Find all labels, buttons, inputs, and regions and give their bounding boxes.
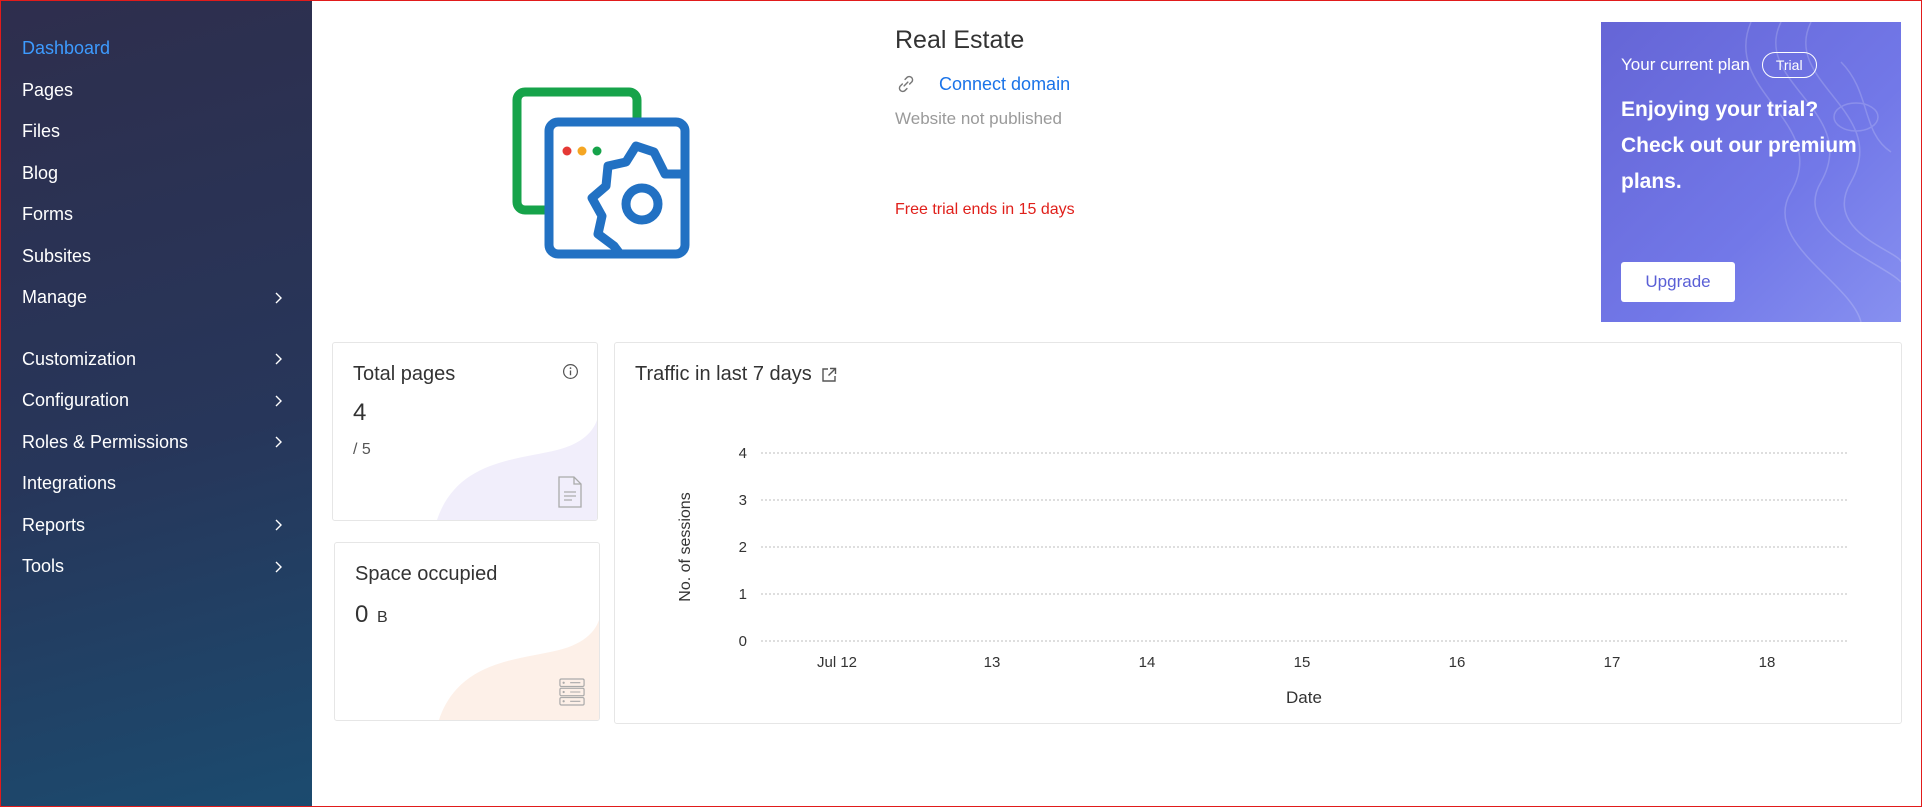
site-title: Real Estate [895,26,1025,54]
sidebar-item-label: Reports [22,514,86,535]
x-axis-label: Date [1286,688,1322,707]
sidebar-item-label: Configuration [22,390,130,411]
x-tick-label: Jul 12 [817,654,857,671]
sidebar-nav: Dashboard Pages Files Blog Forms Subsites Mana… [0,28,312,588]
y-tick-label: 3 [739,492,747,509]
connect-domain-row: Connect domain [895,73,1075,95]
x-tick-label: 18 [1759,654,1776,671]
total-pages-limit: / 5 [353,441,371,458]
sidebar-item-label: Manage [22,287,88,308]
chevron-right-icon [275,395,282,407]
x-tick-label: 16 [1449,654,1466,671]
sidebar-item-label: Forms [22,204,73,225]
external-link-icon[interactable] [820,366,838,384]
website-builder-logo-icon [512,87,690,259]
sidebar-item-label: Dashboard [22,38,111,59]
x-tick-label: 14 [1139,654,1156,671]
total-pages-value: 4 [353,399,367,426]
space-occupied-card: Space occupied 0 B [334,542,600,721]
site-logo [502,82,702,262]
sidebar-item-label: Pages [22,79,74,100]
trial-notice: Free trial ends in 15 days [895,201,1075,218]
sidebar-item-label: Roles & Permissions [22,431,189,452]
plan-header: Your current plan Trial [1621,52,1881,78]
space-occupied-title: Space occupied [355,563,498,585]
chevron-right-icon [275,519,282,531]
traffic-card: 0 1 2 3 4 Jul 12 13 14 15 16 17 18 Date No. of sessio… [614,342,1902,724]
traffic-chart: 0 1 2 3 4 Jul 12 13 14 15 16 17 18 Date No. of sessio… [677,445,1847,707]
sidebar-item-files[interactable]: Files [0,111,312,153]
traffic-title: Traffic in last 7 days [635,363,812,385]
total-pages-title: Total pages [353,363,456,385]
traffic-title-row: Traffic in last 7 days [635,363,838,386]
sidebar-item-label: Blog [22,162,59,183]
sidebar-item-blog[interactable]: Blog [0,153,312,195]
upgrade-button[interactable]: Upgrade [1621,262,1735,302]
current-plan-label: Your current plan [1621,55,1750,74]
link-icon [898,75,914,93]
sidebar-item-label: Files [22,121,61,142]
sidebar-item-manage[interactable]: Manage [0,277,312,319]
y-tick-label: 0 [739,633,747,650]
x-tick-label: 13 [984,654,1001,671]
plan-badge: Trial [1761,52,1817,78]
sidebar-item-label: Tools [22,556,65,577]
main-content: Real Estate Connect domain Website not p… [312,0,1922,807]
plan-message: Enjoying your trial? Check out our premi… [1621,98,1857,193]
chevron-right-icon [275,353,282,365]
database-icon [559,678,585,706]
publish-status: Website not published [895,109,1062,128]
sidebar-item-subsites[interactable]: Subsites [0,236,312,278]
connect-domain-link[interactable]: Connect domain [939,74,1070,95]
y-tick-label: 1 [739,586,747,603]
chevron-right-icon [275,561,282,573]
sidebar-item-label: Customization [22,348,137,369]
sidebar-item-tools[interactable]: Tools [0,546,312,588]
sidebar-item-forms[interactable]: Forms [0,194,312,236]
sidebar: Dashboard Pages Files Blog Forms Subsites Mana… [0,0,312,807]
chevron-right-icon [275,292,282,304]
total-pages-card: Total pages 4 / 5 [332,342,598,521]
space-value-number: 0 [355,601,369,628]
sidebar-item-configuration[interactable]: Configuration [0,380,312,422]
nav-section-gap [0,319,312,339]
space-occupied-value: 0 B [355,601,388,629]
x-tick-label: 15 [1294,654,1311,671]
x-tick-label: 17 [1604,654,1621,671]
y-tick-label: 4 [739,445,747,462]
y-axis-label: No. of sessions [677,492,694,601]
sidebar-item-dashboard[interactable]: Dashboard [0,28,312,70]
chevron-right-icon [275,436,282,448]
document-icon [558,476,582,508]
sidebar-item-label: Subsites [22,245,92,266]
plan-card: Your current plan Trial Enjoying your tr… [1601,22,1901,322]
space-value-unit: B [377,609,388,626]
sidebar-item-customization[interactable]: Customization [0,339,312,381]
info-icon[interactable] [562,363,579,380]
sidebar-item-reports[interactable]: Reports [0,505,312,547]
sidebar-item-label: Integrations [22,473,117,494]
site-info: Real Estate Connect domain Website not p… [895,26,1075,219]
y-tick-label: 2 [739,539,747,556]
sidebar-item-roles-permissions[interactable]: Roles & Permissions [0,422,312,464]
sidebar-item-pages[interactable]: Pages [0,70,312,112]
sidebar-item-integrations[interactable]: Integrations [0,463,312,505]
